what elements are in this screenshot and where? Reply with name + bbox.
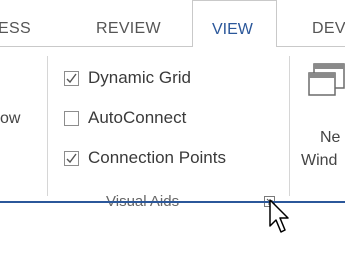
checkmark-icon [66, 153, 77, 164]
ribbon-bottom-border [0, 201, 345, 203]
tab-access[interactable]: ESS [0, 20, 31, 38]
new-window-label-line1: Ne [320, 129, 341, 146]
group-separator [289, 56, 290, 196]
left-group-button-label[interactable]: ow [0, 110, 20, 128]
dynamic-grid-checkbox[interactable] [64, 71, 79, 86]
autoconnect-label[interactable]: AutoConnect [88, 108, 186, 128]
connection-points-label[interactable]: Connection Points [88, 148, 226, 168]
tab-view-label: VIEW [212, 21, 253, 38]
new-window-icon [308, 63, 345, 96]
tab-view[interactable]: VIEW [192, 0, 277, 47]
autoconnect-checkbox[interactable] [64, 111, 79, 126]
tab-developer[interactable]: DEV [312, 20, 345, 38]
checkmark-icon [66, 73, 77, 84]
tab-review[interactable]: REVIEW [96, 20, 161, 38]
mouse-pointer-icon [269, 199, 289, 233]
connection-points-checkbox[interactable] [64, 151, 79, 166]
new-window-label-line2: Wind [301, 152, 338, 169]
ribbon-tab-bar: ESS REVIEW VIEW DEV [0, 0, 345, 47]
group-separator [47, 56, 48, 196]
dynamic-grid-label[interactable]: Dynamic Grid [88, 68, 191, 88]
